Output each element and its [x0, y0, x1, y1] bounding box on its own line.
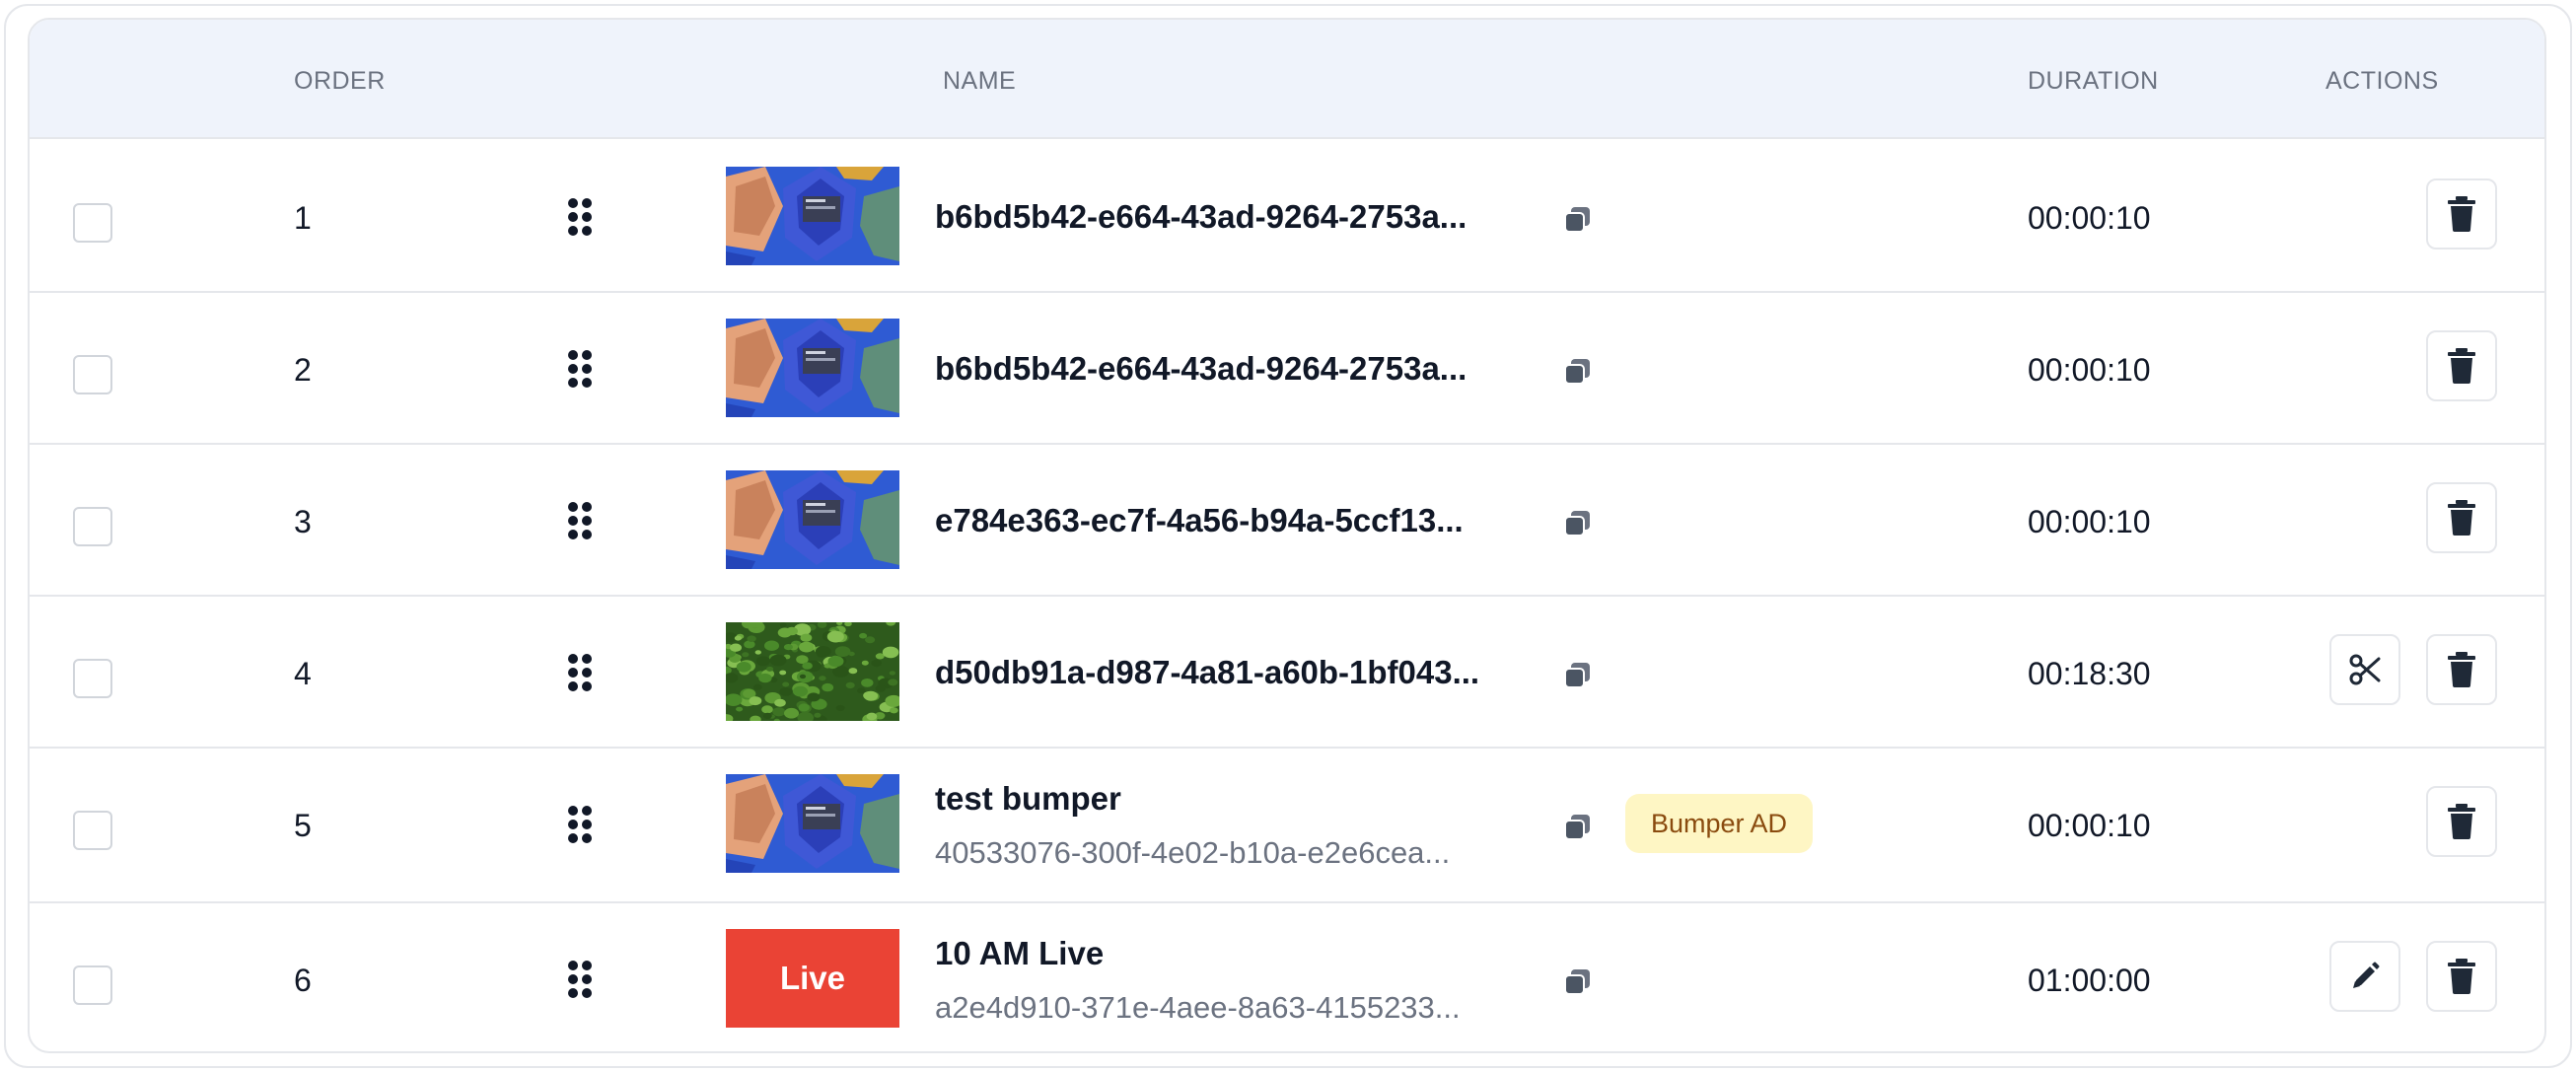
delete-button[interactable]: [2426, 482, 2497, 553]
copy-icon[interactable]: [1562, 355, 1594, 387]
copy-icon[interactable]: [1562, 507, 1594, 538]
pencil-icon: [2353, 962, 2380, 988]
drag-handle-icon[interactable]: [568, 806, 592, 843]
row-title: test bumper: [935, 780, 1121, 817]
table-row: 4 d50db91a-d987-4a81-a60b-1bf043... 00:1…: [30, 597, 2544, 749]
row-order: 1: [294, 200, 312, 236]
trash-icon: [2448, 500, 2475, 536]
row-id: e784e363-ec7f-4a56-b94a-5ccf13...: [935, 502, 1464, 538]
header-actions: ACTIONS: [2326, 67, 2439, 95]
row-checkbox[interactable]: [73, 507, 112, 546]
row-thumbnail: [726, 319, 899, 417]
row-id: 40533076-300f-4e02-b10a-e2e6cea...: [935, 835, 1451, 870]
copy-icon[interactable]: [1562, 659, 1594, 690]
row-thumbnail: [726, 167, 899, 265]
row-checkbox[interactable]: [73, 659, 112, 698]
row-checkbox[interactable]: [73, 965, 112, 1005]
drag-handle-icon[interactable]: [568, 654, 592, 691]
drag-handle-icon[interactable]: [568, 502, 592, 539]
row-duration: 00:00:10: [2028, 200, 2151, 236]
row-thumbnail: Live: [726, 929, 899, 1028]
trim-button[interactable]: [2329, 634, 2400, 705]
delete-button[interactable]: [2426, 786, 2497, 857]
trash-icon: [2448, 959, 2475, 994]
row-duration: 01:00:00: [2028, 963, 2151, 998]
row-checkbox[interactable]: [73, 811, 112, 850]
drag-handle-icon[interactable]: [568, 198, 592, 236]
row-duration: 00:18:30: [2028, 656, 2151, 691]
row-checkbox[interactable]: [73, 203, 112, 243]
row-thumbnail: [726, 774, 899, 873]
status-badge: Bumper AD: [1625, 794, 1814, 853]
page-frame: ORDER NAME DURATION ACTIONS 1 b6bd5b42-e…: [4, 4, 2572, 1068]
header-duration[interactable]: DURATION: [2028, 67, 2159, 96]
delete-button[interactable]: [2426, 941, 2497, 1012]
table-row: 6 Live 10 AM Live a2e4d910-371e-4aee-8a63…: [30, 903, 2544, 1051]
row-order: 5: [294, 808, 312, 843]
trash-icon: [2448, 652, 2475, 687]
row-id: a2e4d910-371e-4aee-8a63-4155233...: [935, 990, 1461, 1025]
row-thumbnail: [726, 622, 899, 721]
table-row: 5 test bumper 40533076-300f-4e02-b10a-e2e…: [30, 749, 2544, 903]
drag-handle-icon[interactable]: [568, 350, 592, 388]
row-duration: 00:00:10: [2028, 504, 2151, 539]
scissors-icon: [2349, 654, 2381, 685]
trash-icon: [2448, 804, 2475, 839]
row-id: b6bd5b42-e664-43ad-9264-2753a...: [935, 350, 1467, 387]
copy-icon[interactable]: [1562, 203, 1594, 235]
row-order: 6: [294, 963, 312, 998]
row-id: b6bd5b42-e664-43ad-9264-2753a...: [935, 198, 1467, 235]
edit-button[interactable]: [2329, 941, 2400, 1012]
row-thumbnail: [726, 470, 899, 569]
row-order: 2: [294, 352, 312, 388]
row-title: 10 AM Live: [935, 935, 1105, 971]
copy-icon[interactable]: [1562, 811, 1594, 842]
table-row: 2 b6bd5b42-e664-43ad-9264-2753a... 00:00…: [30, 293, 2544, 445]
row-order: 4: [294, 656, 312, 691]
row-duration: 00:00:10: [2028, 352, 2151, 388]
trash-icon: [2448, 196, 2475, 232]
trash-icon: [2448, 348, 2475, 384]
table-row: 1 b6bd5b42-e664-43ad-9264-2753a... 00:00…: [30, 141, 2544, 293]
header-name[interactable]: NAME: [943, 67, 1016, 96]
delete-button[interactable]: [2426, 634, 2497, 705]
header-order[interactable]: ORDER: [294, 67, 386, 96]
delete-button[interactable]: [2426, 330, 2497, 401]
row-order: 3: [294, 504, 312, 539]
drag-handle-icon[interactable]: [568, 961, 592, 998]
copy-icon[interactable]: [1562, 965, 1594, 997]
row-id: d50db91a-d987-4a81-a60b-1bf043...: [935, 654, 1480, 690]
table-header: ORDER NAME DURATION ACTIONS: [30, 20, 2544, 139]
delete-button[interactable]: [2426, 179, 2497, 250]
playlist-table: ORDER NAME DURATION ACTIONS 1 b6bd5b42-e…: [28, 18, 2546, 1053]
row-duration: 00:00:10: [2028, 808, 2151, 843]
row-checkbox[interactable]: [73, 355, 112, 394]
table-row: 3 e784e363-ec7f-4a56-b94a-5ccf13... 00:0…: [30, 445, 2544, 597]
